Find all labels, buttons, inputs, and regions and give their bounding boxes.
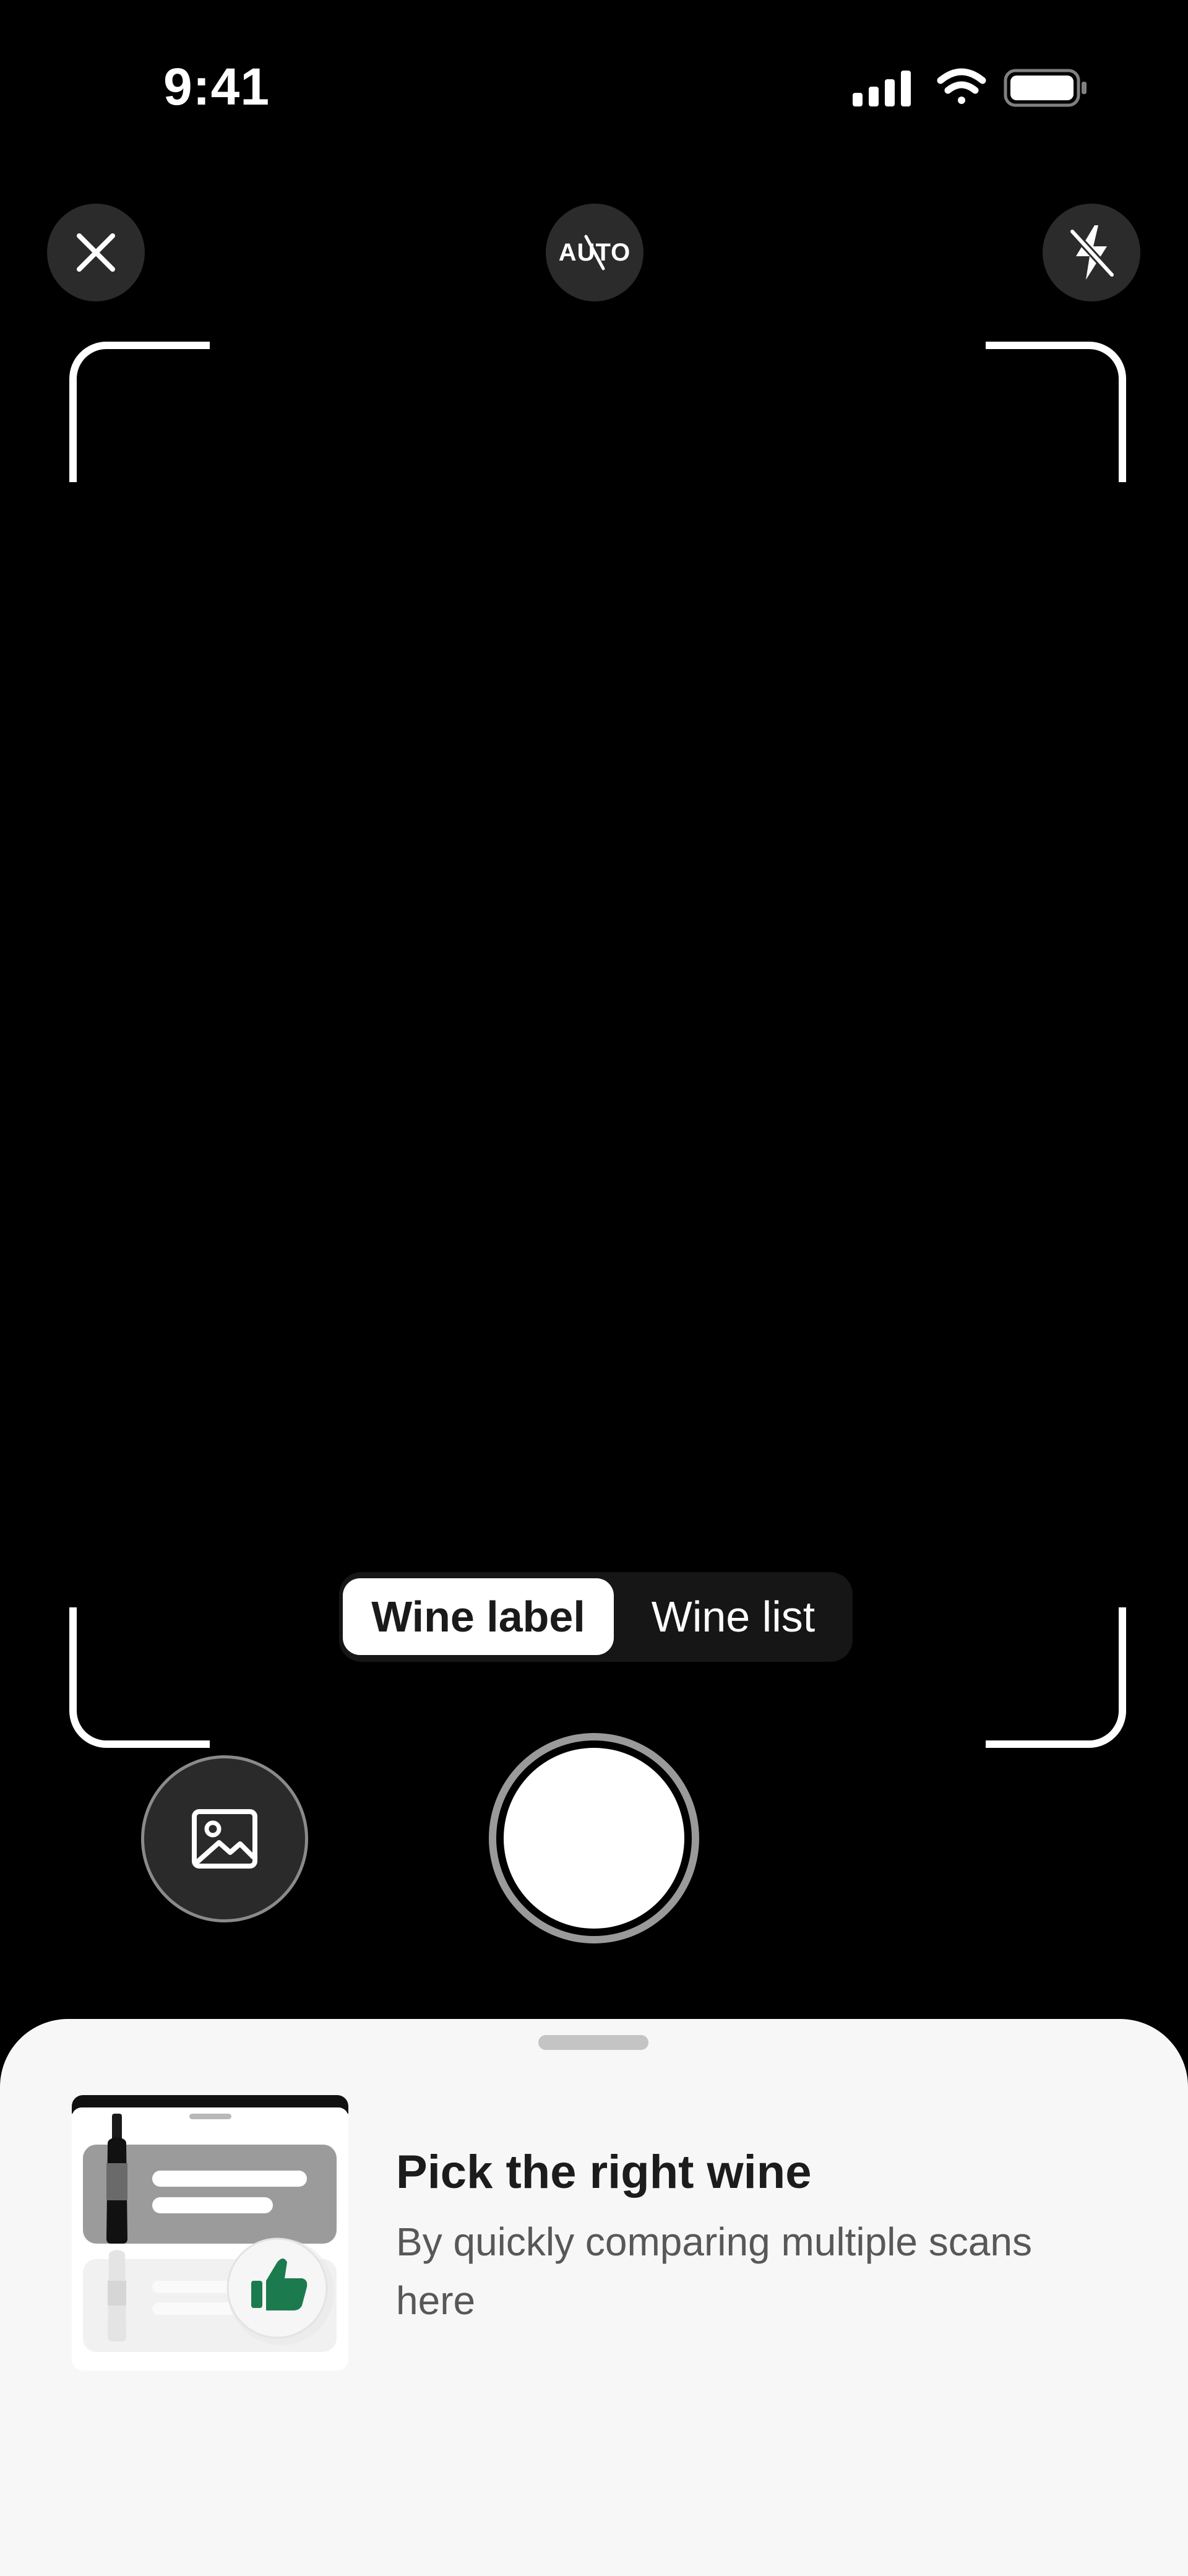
wifi-icon (937, 68, 986, 104)
status-icons (848, 63, 1095, 113)
gallery-button[interactable] (141, 1755, 308, 1922)
sheet-handle[interactable] (538, 2035, 648, 2050)
gallery-icon (192, 1809, 257, 1869)
promo-illustration (72, 2095, 348, 2371)
scan-frame-corner-bottom-right (986, 1607, 1126, 1748)
auto-mode-button[interactable]: AUTO (546, 204, 644, 301)
promo-title: Pick the right wine (396, 2146, 812, 2198)
status-time: 9:41 (163, 58, 270, 116)
shutter-button[interactable] (504, 1748, 684, 1929)
scan-frame-corner-top-right (986, 342, 1126, 482)
scan-frame-corner-top-left (69, 342, 210, 482)
mode-wine-list[interactable]: Wine list (618, 1578, 849, 1655)
flash-off-icon (1069, 225, 1116, 280)
battery-icon (1004, 69, 1087, 107)
mode-wine-label[interactable]: Wine label (343, 1578, 614, 1655)
scan-mode-switch: Wine label Wine list (339, 1572, 853, 1662)
scan-frame-corner-bottom-left (69, 1607, 210, 1748)
auto-off-icon (584, 235, 605, 270)
cellular-signal-icon (853, 71, 911, 106)
promo-subtitle: By quickly comparing multiple scans here (396, 2219, 1032, 2323)
close-button[interactable] (47, 204, 145, 301)
flash-button[interactable] (1043, 204, 1140, 301)
close-icon (77, 233, 115, 272)
